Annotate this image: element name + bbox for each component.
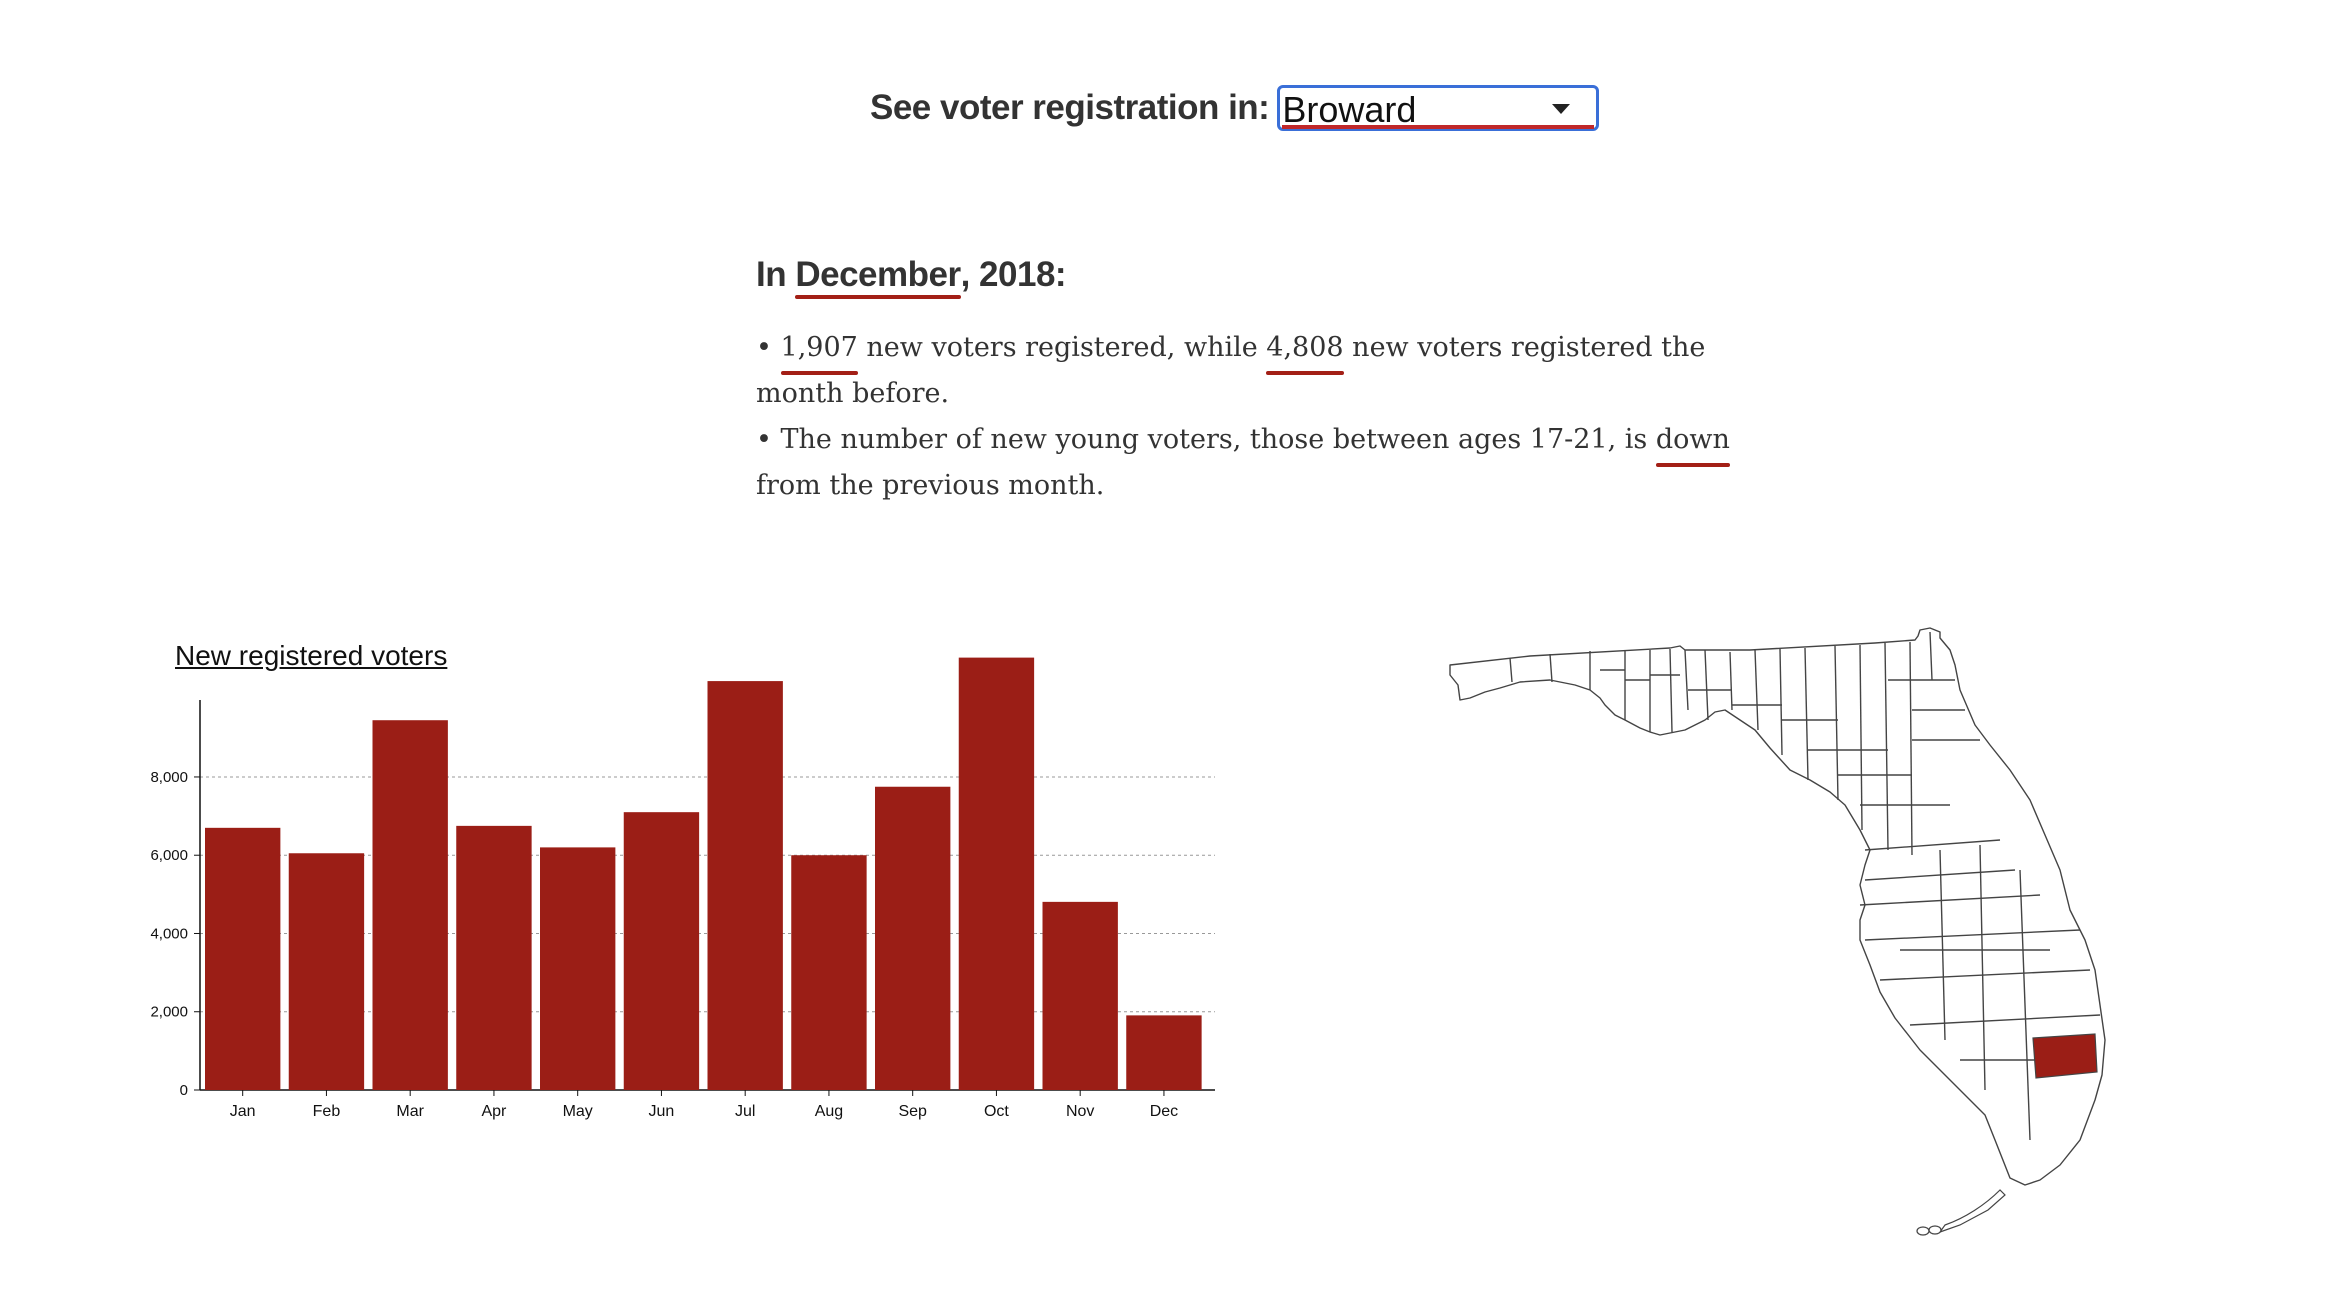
bar-dec bbox=[1126, 1015, 1202, 1090]
bar-jul bbox=[707, 681, 783, 1090]
y-tick-label: 6,000 bbox=[150, 847, 188, 864]
x-tick-label: Jul bbox=[735, 1103, 755, 1120]
summary-line-1: • 1,907 new voters registered, while 4,8… bbox=[756, 325, 1736, 417]
x-tick-label: Aug bbox=[815, 1103, 843, 1120]
county-select-value: Broward bbox=[1282, 89, 1417, 130]
x-tick-label: Nov bbox=[1066, 1103, 1094, 1120]
young-voter-trend: down bbox=[1655, 417, 1730, 467]
county-select[interactable]: Broward bbox=[1277, 85, 1600, 131]
broward-county-highlight bbox=[2032, 1033, 2098, 1079]
month-highlight: December bbox=[795, 255, 961, 299]
bar-jun bbox=[623, 812, 700, 1090]
x-tick-label: Feb bbox=[313, 1103, 341, 1120]
y-tick-label: 0 bbox=[180, 1082, 188, 1099]
x-tick-label: Oct bbox=[984, 1103, 1009, 1120]
bar-chart-svg: 0 2,000 4,000 6,000 8,000 Jan Feb Mar Apr May Jun J… bbox=[150, 657, 1215, 1120]
bar-sep bbox=[875, 786, 951, 1090]
bar-nov bbox=[1042, 901, 1118, 1090]
new-voter-count: 1,907 bbox=[780, 325, 859, 375]
x-tick-label: Apr bbox=[481, 1103, 507, 1120]
x-tick-label: Jun bbox=[649, 1103, 675, 1120]
summary-line-2: • The number of new young voters, those … bbox=[756, 417, 1736, 509]
county-selector-label: See voter registration in: bbox=[870, 88, 1270, 127]
select-underline bbox=[1282, 125, 1595, 129]
x-tick-label: Mar bbox=[396, 1103, 424, 1120]
summary-section: In December, 2018: • 1,907 new voters re… bbox=[756, 255, 1736, 509]
florida-map-svg bbox=[1449, 627, 2106, 1236]
florida-map bbox=[1440, 620, 2170, 1250]
county-selector-row: See voter registration in: Broward bbox=[870, 80, 1600, 136]
bar-aug bbox=[791, 855, 867, 1090]
florida-state-outline bbox=[1449, 627, 2106, 1186]
bar-oct bbox=[958, 657, 1035, 1090]
x-tick-label: Sep bbox=[898, 1103, 927, 1120]
dropdown-caret-icon bbox=[1552, 104, 1571, 114]
y-tick-label: 8,000 bbox=[150, 769, 188, 786]
x-tick-label: May bbox=[563, 1103, 593, 1120]
bar-apr bbox=[456, 825, 532, 1090]
bar-feb bbox=[288, 853, 365, 1090]
summary-heading: In December, 2018: bbox=[756, 255, 1067, 299]
bar-may bbox=[540, 847, 616, 1090]
bar-jan bbox=[205, 827, 281, 1090]
y-tick-label: 4,000 bbox=[150, 925, 188, 942]
bar-chart: New registered voters 0 2,000 4,000 6,000 8,… bbox=[120, 620, 1230, 1140]
previous-month-count: 4,808 bbox=[1266, 325, 1344, 375]
x-tick-label: Dec bbox=[1150, 1103, 1178, 1120]
x-tick-label: Jan bbox=[230, 1103, 256, 1120]
y-tick-label: 2,000 bbox=[150, 1004, 188, 1021]
bar-mar bbox=[372, 720, 448, 1090]
